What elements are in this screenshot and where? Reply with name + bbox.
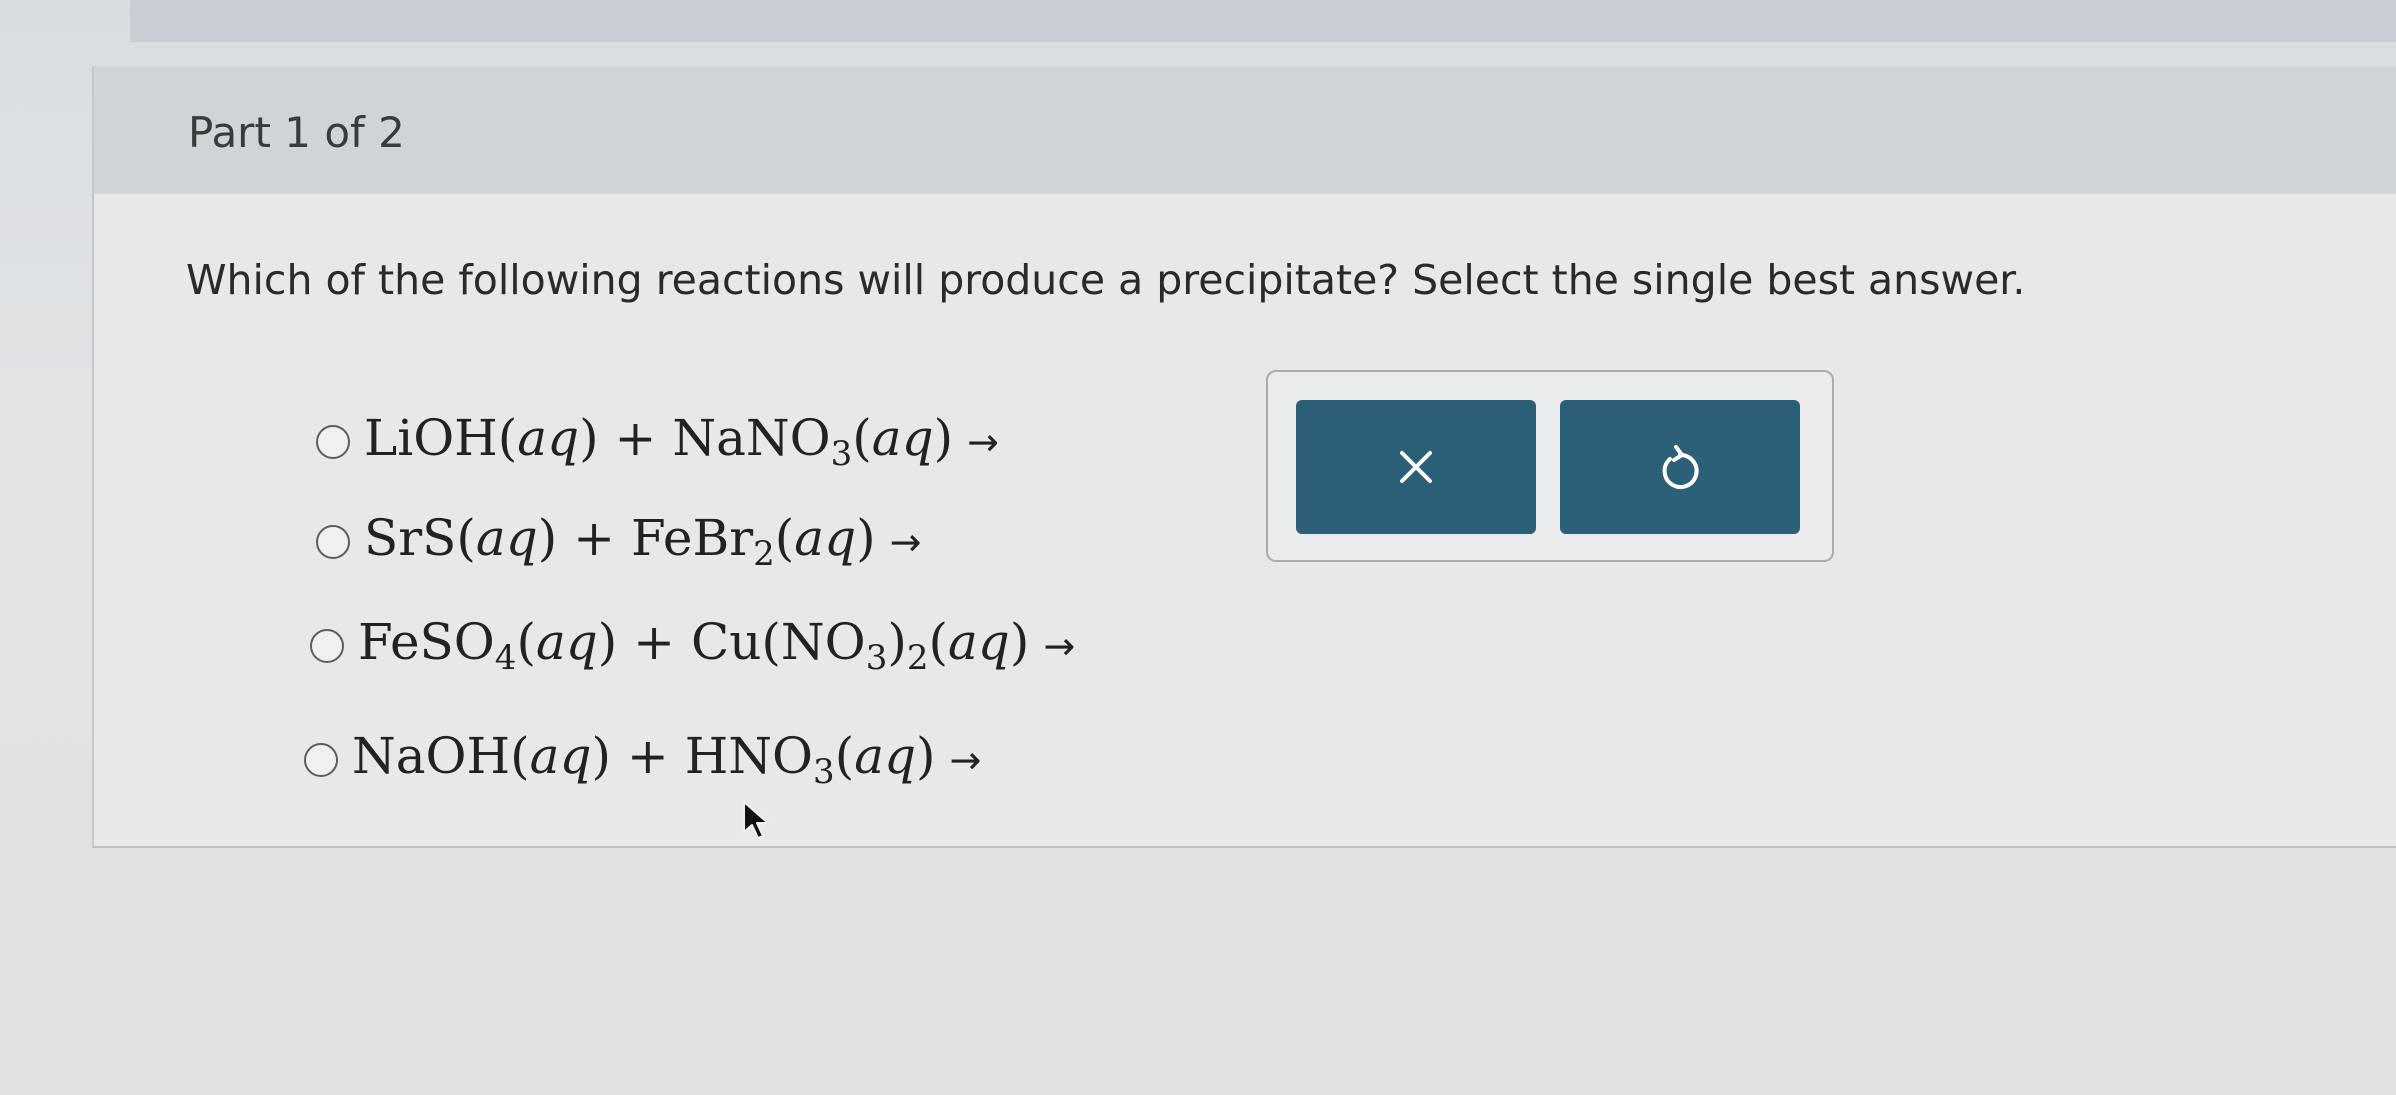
radio-button[interactable]	[310, 629, 344, 663]
radio-button[interactable]	[316, 525, 350, 559]
clear-button[interactable]	[1296, 400, 1536, 534]
answer-option-4[interactable]: NaOH(aq) + HNO3(aq) →	[304, 720, 981, 800]
answer-tools-panel	[1266, 370, 1834, 562]
close-icon	[1400, 451, 1432, 483]
answer-option-3[interactable]: FeSO4(aq) + Cu(NO3)2(aq) →	[310, 606, 1075, 686]
top-strip	[130, 0, 2396, 42]
answer-option-2[interactable]: SrS(aq) + FeBr2(aq) →	[316, 502, 921, 582]
formula-srs-febr2: SrS(aq) + FeBr2(aq) →	[364, 509, 922, 574]
radio-button[interactable]	[316, 425, 350, 459]
question-text: Which of the following reactions will pr…	[186, 256, 2026, 304]
radio-button[interactable]	[304, 743, 338, 777]
question-card: Part 1 of 2 Which of the following react…	[92, 66, 2396, 848]
formula-feso4-cuno32: FeSO4(aq) + Cu(NO3)2(aq) →	[358, 613, 1076, 678]
formula-naoh-hno3: NaOH(aq) + HNO3(aq) →	[352, 727, 982, 792]
undo-icon	[1662, 445, 1699, 489]
formula-lioh-nano3: LiOH(aq) + NaNO3(aq) →	[364, 409, 999, 474]
part-label: Part 1 of 2	[188, 108, 405, 157]
part-header: Part 1 of 2	[94, 66, 2396, 194]
mouse-cursor-icon	[742, 800, 772, 846]
answer-option-1[interactable]: LiOH(aq) + NaNO3(aq) →	[316, 402, 999, 482]
undo-button[interactable]	[1560, 400, 1800, 534]
